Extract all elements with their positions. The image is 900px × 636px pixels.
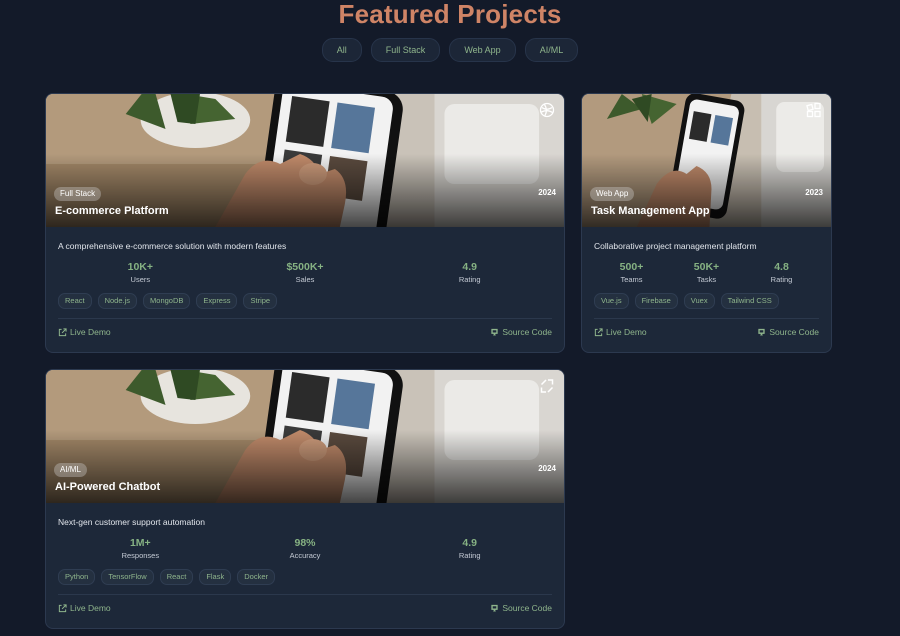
project-year: 2024 (538, 464, 556, 473)
tech-tag: Flask (199, 569, 232, 585)
project-description: Collaborative project management platfor… (594, 241, 757, 251)
source-code-label: Source Code (502, 327, 552, 337)
tech-tags: Python TensorFlow React Flask Docker (58, 569, 552, 585)
stat-teams: 500+ Teams (594, 261, 669, 285)
project-stats: 10K+ Users $500K+ Sales 4.9 Rating (58, 261, 552, 285)
tech-tag: Firebase (634, 293, 678, 309)
stat-value: 4.8 (774, 261, 789, 273)
github-icon (491, 604, 499, 612)
tech-tags: React Node.js MongoDB Express Stripe (58, 293, 552, 309)
stat-value: 4.9 (462, 537, 477, 549)
tech-tag: Stripe (243, 293, 278, 309)
live-demo-link[interactable]: Live Demo (594, 327, 647, 337)
stat-label: Tasks (696, 275, 717, 284)
tech-tag: TensorFlow (101, 569, 154, 585)
tech-tag: Vue.js (594, 293, 629, 309)
category-badge: Web App (590, 187, 635, 201)
source-code-link[interactable]: Source Code (490, 603, 552, 613)
external-link-icon (594, 327, 603, 336)
stat-value: 98% (294, 537, 316, 549)
tech-tag: Node.js (97, 293, 138, 309)
filter-web-app[interactable]: Web App (449, 38, 516, 62)
live-demo-label: Live Demo (606, 327, 647, 337)
stat-value: $500K+ (286, 261, 324, 273)
project-card-chatbot[interactable]: AI/ML 2024 AI-Powered Chatbot Next-gen c… (45, 369, 565, 629)
tech-tags: Vue.js Firebase Vuex Tailwind CSS (594, 293, 819, 309)
stat-tasks: 50K+ Tasks (669, 261, 744, 285)
filter-bar: All Full Stack Web App AI/ML (0, 38, 900, 62)
source-code-link[interactable]: Source Code (490, 327, 552, 337)
live-demo-link[interactable]: Live Demo (58, 603, 111, 613)
stat-value: 1M+ (129, 537, 151, 549)
tech-tag: Vuex (683, 293, 715, 309)
stat-responses: 1M+ Responses (58, 537, 223, 561)
source-code-label: Source Code (502, 603, 552, 613)
stat-rating: 4.8 Rating (744, 261, 819, 285)
project-year: 2023 (805, 188, 823, 197)
stat-users: 10K+ Users (58, 261, 223, 285)
stat-value: 500+ (619, 261, 644, 273)
divider (58, 594, 552, 595)
tech-tag: Docker (237, 569, 275, 585)
github-icon (758, 328, 766, 336)
category-badge: AI/ML (54, 463, 87, 477)
project-title: E-commerce Platform (55, 205, 169, 217)
stat-label: Rating (458, 551, 481, 560)
stat-label: Users (130, 275, 151, 284)
stat-label: Teams (620, 275, 643, 284)
expand-icon[interactable] (539, 378, 555, 394)
project-stats: 500+ Teams 50K+ Tasks 4.8 Rating (594, 261, 819, 285)
stat-sales: $500K+ Sales (223, 261, 388, 285)
divider (58, 318, 552, 319)
stat-rating: 4.9 Rating (387, 261, 552, 285)
project-description: A comprehensive e-commerce solution with… (58, 241, 287, 251)
page-title: Featured Projects (338, 0, 562, 29)
project-image: AI/ML 2024 AI-Powered Chatbot (46, 370, 564, 503)
stat-accuracy: 98% Accuracy (223, 537, 388, 561)
tech-tag: Python (58, 569, 96, 585)
live-demo-label: Live Demo (70, 327, 111, 337)
project-card-task-management[interactable]: Web App 2023 Task Management App Collabo… (581, 93, 832, 353)
category-badge: Full Stack (54, 187, 102, 201)
tech-tag: Express (196, 293, 238, 309)
project-year: 2024 (538, 188, 556, 197)
filter-full-stack[interactable]: Full Stack (370, 38, 441, 62)
stat-rating: 4.9 Rating (387, 537, 552, 561)
project-image: Full Stack 2024 E-commerce Platform (46, 94, 564, 227)
stat-value: 50K+ (693, 261, 720, 273)
project-title: Task Management App (591, 205, 710, 217)
filter-all[interactable]: All (321, 38, 362, 62)
live-demo-link[interactable]: Live Demo (58, 327, 111, 337)
live-demo-label: Live Demo (70, 603, 111, 613)
project-image: Web App 2023 Task Management App (582, 94, 831, 227)
source-code-link[interactable]: Source Code (757, 327, 819, 337)
stat-value: 4.9 (462, 261, 477, 273)
project-description: Next-gen customer support automation (58, 517, 205, 527)
source-code-label: Source Code (769, 327, 819, 337)
tech-tag: MongoDB (143, 293, 191, 309)
stat-label: Rating (458, 275, 481, 284)
stat-label: Rating (770, 275, 793, 284)
project-card-ecommerce[interactable]: Full Stack 2024 E-commerce Platform A co… (45, 93, 565, 353)
stat-label: Responses (121, 551, 160, 560)
filter-ai-ml[interactable]: AI/ML (524, 38, 579, 62)
tech-tag: React (58, 293, 92, 309)
tech-tag: Tailwind CSS (720, 293, 779, 309)
tech-tag: React (159, 569, 194, 585)
project-title: AI-Powered Chatbot (55, 481, 161, 493)
external-link-icon (58, 327, 67, 336)
stat-label: Accuracy (289, 551, 321, 560)
stat-label: Sales (295, 275, 315, 284)
project-stats: 1M+ Responses 98% Accuracy 4.9 Rating (58, 537, 552, 561)
stat-value: 10K+ (127, 261, 154, 273)
grid-icon[interactable] (806, 102, 822, 118)
github-icon (491, 328, 499, 336)
external-link-icon (58, 603, 67, 612)
globe-icon[interactable] (539, 102, 555, 118)
divider (594, 318, 819, 319)
